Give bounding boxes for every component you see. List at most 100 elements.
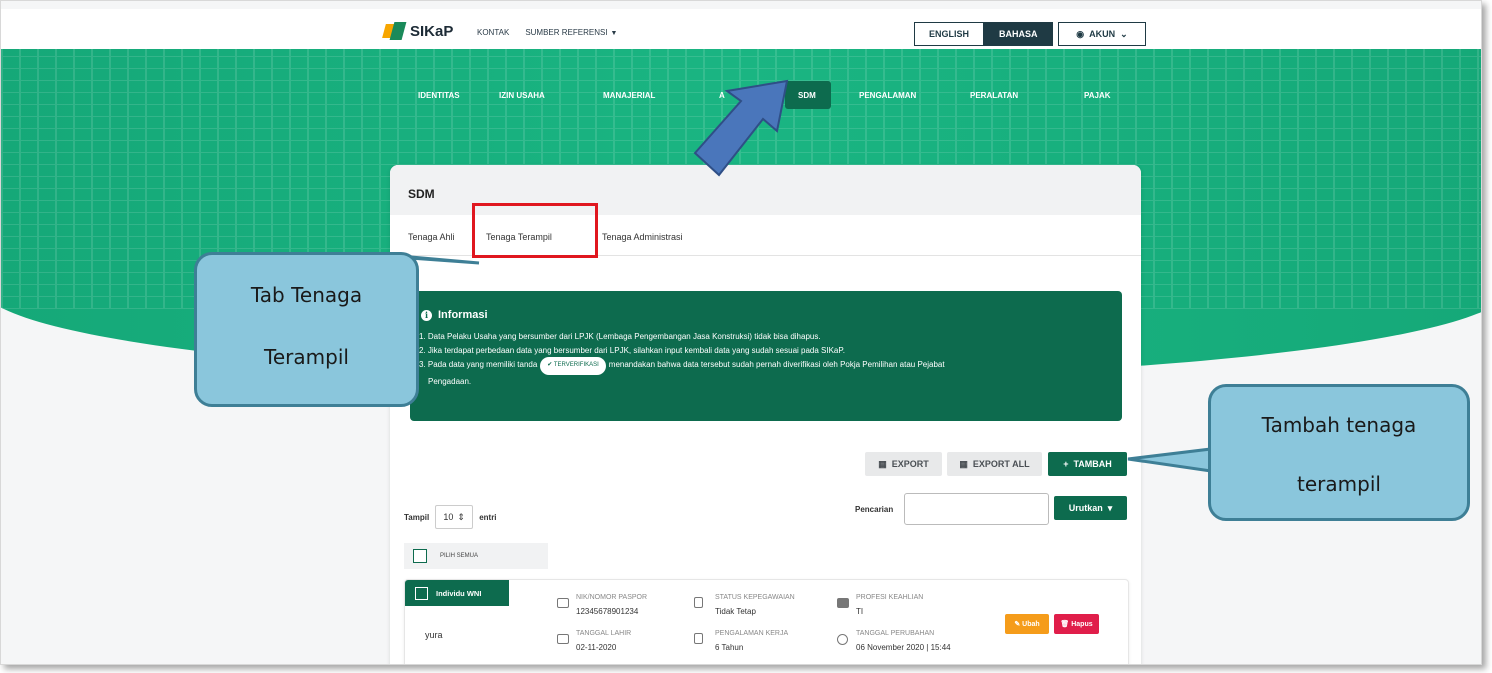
field-pengalaman: PENGALAMAN KERJA 6 Tahun [715, 630, 788, 652]
page-size-control: Tampil 10 ⇕ entri [404, 505, 497, 529]
top-bar: SIKaP KONTAK SUMBER REFERENSI ▼ ENGLISH B… [1, 9, 1481, 49]
tambah-button[interactable]: + TAMBAH [1048, 452, 1127, 476]
callout-add-line2: terampil [1297, 472, 1381, 496]
nav-kontak[interactable]: KONTAK [477, 28, 509, 37]
info-line-2: 2. Jika terdapat perbedaan data yang ber… [419, 345, 845, 355]
pengalaman-value: 6 Tahun [715, 643, 744, 652]
id-card-icon [557, 598, 569, 608]
delete-button[interactable]: 🗑 Hapus [1054, 614, 1099, 634]
top-nav: KONTAK SUMBER REFERENSI ▼ [477, 28, 617, 37]
search-input[interactable] [904, 493, 1049, 525]
export-label: EXPORT [891, 459, 929, 469]
tampil-label: Tampil [404, 512, 430, 522]
trash-icon: 🗑 [1060, 621, 1070, 628]
pengalaman-label: PENGALAMAN KERJA [715, 630, 789, 637]
lahir-label: TANGGAL LAHIR [576, 630, 632, 637]
callout-tab-tenaga-terampil: Tab Tenaga Terampil [194, 252, 419, 407]
nav-manajerial[interactable]: MANAJERIAL [603, 91, 655, 100]
perubahan-label: TANGGAL PERUBAHAN [856, 630, 935, 637]
export-all-button[interactable]: ▦ EXPORT ALL [947, 452, 1042, 476]
search-label: Pencarian [855, 505, 894, 514]
user-icon: ◉ [1076, 28, 1085, 39]
tab-tenaga-ahli[interactable]: Tenaga Ahli [408, 232, 455, 242]
lahir-value: 02-11-2020 [576, 643, 617, 652]
info-panel: i Informasi 1. Data Pelaku Usaha yang be… [410, 291, 1122, 421]
nav-sumber-referensi-label: SUMBER REFERENSI [525, 28, 608, 37]
callout-tab-line1: Tab Tenaga [250, 283, 363, 307]
info-title: i Informasi [421, 309, 1122, 321]
clipboard-icon [694, 633, 703, 644]
info-line-3-cont: Pengadaan. [428, 376, 472, 386]
edit-label: Ubah [1022, 620, 1040, 628]
nav-pengalaman[interactable]: PENGALAMAN [859, 91, 916, 100]
nav-izin-usaha[interactable]: IZIN USAHA [499, 91, 545, 100]
row-checkbox[interactable] [415, 586, 428, 600]
field-profesi: PROFESI KEAHLIAN TI [856, 594, 923, 616]
nav-identitas[interactable]: IDENTITAS [418, 91, 460, 100]
select-all-checkbox[interactable] [413, 549, 427, 563]
profesi-value: TI [856, 607, 864, 616]
info-title-text: Informasi [438, 309, 488, 321]
perubahan-value: 06 November 2020 | 15:44 [856, 643, 951, 652]
verified-badge-text: TERVERIFIKASI [553, 362, 599, 368]
app-logo[interactable]: SIKaP [384, 22, 453, 40]
info-line-1: 1. Data Pelaku Usaha yang bersumber dari… [419, 332, 821, 341]
nav-sumber-referensi[interactable]: SUMBER REFERENSI ▼ [525, 28, 617, 37]
lang-bahasa-button[interactable]: BAHASA [984, 22, 1053, 46]
callout-add-line1: Tambah tenaga [1261, 413, 1417, 437]
nav-peralatan[interactable]: PERALATAN [970, 91, 1018, 100]
delete-label: Hapus [1071, 620, 1093, 628]
calendar-icon [557, 634, 569, 644]
page-size-value: 10 [443, 512, 454, 522]
stepper-icon: ⇕ [457, 511, 465, 522]
sort-label: Urutkan [1068, 503, 1103, 513]
status-value: Tidak Tetap [715, 607, 756, 616]
tab-tenaga-administrasi[interactable]: Tenaga Administrasi [602, 232, 683, 242]
info-line-3-post: menandakan bahwa data tersebut sudah per… [608, 360, 945, 369]
edit-icon: ✎ [1014, 621, 1021, 628]
row-type-label: Individu WNI [436, 588, 482, 598]
verified-badge: ✔ TERVERIFIKASI [540, 357, 606, 375]
table-icon: ▦ [959, 458, 968, 469]
table-icon: ▦ [878, 458, 887, 469]
caret-down-icon: ▾ [1107, 502, 1113, 513]
profesi-label: PROFESI KEAHLIAN [856, 594, 924, 601]
status-label: STATUS KEPEGAWAIAN [715, 594, 795, 601]
edit-button[interactable]: ✎ Ubah [1005, 614, 1049, 634]
account-label: AKUN [1089, 29, 1116, 39]
highlight-tab-box [472, 203, 598, 258]
select-all[interactable]: PILIH SEMUA [404, 543, 548, 569]
select-all-label: PILIH SEMUA [440, 553, 479, 559]
field-status: STATUS KEPEGAWAIAN Tidak Tetap [715, 594, 795, 616]
page-size-select[interactable]: 10 ⇕ [435, 505, 474, 529]
info-line-3-pre: 3. Pada data yang memiliki tanda [419, 360, 538, 369]
nik-value: 12345678901234 [576, 607, 639, 616]
nik-label: NIK/NOMOR PASPOR [576, 594, 648, 601]
screenshot-frame: SIKaP KONTAK SUMBER REFERENSI ▼ ENGLISH B… [0, 0, 1482, 665]
field-perubahan: TANGGAL PERUBAHAN 06 November 2020 | 15:4… [856, 630, 951, 652]
field-lahir: TANGGAL LAHIR 02-11-2020 [576, 630, 631, 652]
logo-text: SIKaP [410, 22, 454, 40]
export-all-label: EXPORT ALL [972, 459, 1030, 469]
caret-down-icon: ▼ [610, 30, 618, 37]
row-name: yura [425, 630, 443, 640]
clock-icon [837, 634, 848, 645]
plus-icon: + [1063, 459, 1069, 469]
sort-button[interactable]: Urutkan ▾ [1054, 496, 1127, 520]
logo-mark-icon [384, 22, 406, 40]
pointer-arrow-icon [693, 79, 789, 177]
briefcase-icon [837, 598, 849, 608]
language-switch: ENGLISH BAHASA [914, 22, 1053, 46]
account-button[interactable]: ◉ AKUN ⌄ [1058, 22, 1146, 46]
document-icon [694, 597, 703, 608]
entri-label: entri [479, 512, 497, 522]
info-icon: i [421, 309, 432, 321]
chevron-down-icon: ⌄ [1120, 28, 1128, 39]
lang-english-button[interactable]: ENGLISH [914, 22, 985, 46]
export-button[interactable]: ▦ EXPORT [865, 452, 942, 476]
field-nik: NIK/NOMOR PASPOR 12345678901234 [576, 594, 647, 616]
callout-tambah-tenaga: Tambah tenaga terampil [1208, 384, 1470, 521]
tambah-label: TAMBAH [1073, 459, 1112, 469]
row-type-tag: Individu WNI [405, 580, 509, 606]
nav-pajak[interactable]: PAJAK [1084, 91, 1111, 100]
